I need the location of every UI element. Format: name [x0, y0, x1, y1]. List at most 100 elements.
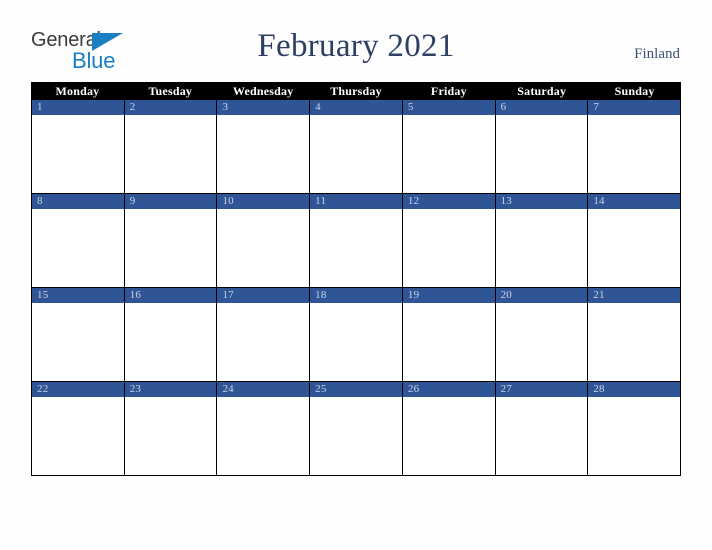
day-event-area[interactable]: [217, 209, 310, 285]
day-number: 18: [310, 288, 402, 303]
day-event-area[interactable]: [495, 397, 588, 473]
calendar-grid: Monday Tuesday Wednesday Thursday Friday…: [31, 82, 682, 476]
calendar-week-row: 1 2 3 4 5 6 7: [31, 100, 682, 194]
day-number: 14: [588, 194, 681, 209]
day-event-area[interactable]: [124, 397, 217, 473]
day-number: 25: [310, 382, 402, 397]
day-event-area[interactable]: [32, 209, 124, 285]
day-event-area[interactable]: [588, 397, 681, 473]
day-event-area[interactable]: [310, 115, 402, 191]
weekday-header-saturday: Saturday: [517, 84, 567, 98]
day-number: 9: [124, 194, 217, 209]
weekday-header-monday: Monday: [55, 84, 100, 98]
day-number: 10: [217, 194, 310, 209]
day-cell[interactable]: 27: [495, 382, 589, 475]
day-number: 15: [32, 288, 124, 303]
day-number: 17: [217, 288, 310, 303]
day-cell[interactable]: 9: [124, 194, 218, 287]
day-event-area[interactable]: [310, 209, 402, 285]
day-number: 23: [124, 382, 217, 397]
day-cell[interactable]: 7: [588, 100, 682, 193]
country-label: Finland: [634, 46, 680, 62]
calendar-week-row: 8 9 10 11 12 13 14: [31, 194, 682, 288]
day-event-area[interactable]: [588, 115, 681, 191]
day-cell[interactable]: 14: [588, 194, 682, 287]
day-event-area[interactable]: [217, 397, 310, 473]
day-number: 27: [495, 382, 588, 397]
day-event-area[interactable]: [495, 303, 588, 379]
day-number: 11: [310, 194, 402, 209]
day-cell[interactable]: 25: [310, 382, 403, 475]
day-event-area[interactable]: [217, 115, 310, 191]
day-number: 8: [32, 194, 124, 209]
day-event-area[interactable]: [495, 209, 588, 285]
day-event-area[interactable]: [402, 115, 495, 191]
day-number: 6: [495, 100, 588, 115]
day-cell[interactable]: 13: [495, 194, 589, 287]
day-cell[interactable]: 28: [588, 382, 682, 475]
day-cell[interactable]: 4: [310, 100, 403, 193]
day-cell[interactable]: 15: [31, 288, 125, 381]
day-number: 26: [402, 382, 495, 397]
calendar-week-row: 15 16 17 18 19 20 21: [31, 288, 682, 382]
weekday-header-sunday: Sunday: [614, 84, 655, 98]
day-event-area[interactable]: [310, 303, 402, 379]
day-cell[interactable]: 8: [31, 194, 125, 287]
day-event-area[interactable]: [32, 115, 124, 191]
day-number: 12: [402, 194, 495, 209]
day-cell[interactable]: 18: [310, 288, 403, 381]
day-event-area[interactable]: [124, 115, 217, 191]
day-event-area[interactable]: [32, 303, 124, 379]
day-cell[interactable]: 1: [31, 100, 125, 193]
day-event-area[interactable]: [124, 303, 217, 379]
day-event-area[interactable]: [217, 303, 310, 379]
day-event-area[interactable]: [495, 115, 588, 191]
day-cell[interactable]: 19: [402, 288, 496, 381]
day-number: 4: [310, 100, 402, 115]
day-cell[interactable]: 22: [31, 382, 125, 475]
day-number: 20: [495, 288, 588, 303]
day-number: 13: [495, 194, 588, 209]
calendar-week-row: 22 23 24 25 26 27 28: [31, 382, 682, 476]
day-cell[interactable]: 6: [495, 100, 589, 193]
day-cell[interactable]: 17: [217, 288, 311, 381]
day-event-area[interactable]: [588, 209, 681, 285]
day-cell[interactable]: 2: [124, 100, 218, 193]
day-cell[interactable]: 3: [217, 100, 311, 193]
day-number: 2: [124, 100, 217, 115]
weekday-header-friday: Friday: [430, 84, 467, 98]
weekday-header-wednesday: Wednesday: [232, 84, 294, 98]
day-cell[interactable]: 23: [124, 382, 218, 475]
day-number: 16: [124, 288, 217, 303]
day-cell[interactable]: 10: [217, 194, 311, 287]
day-event-area[interactable]: [310, 397, 402, 473]
day-cell[interactable]: 12: [402, 194, 496, 287]
day-number: 5: [402, 100, 495, 115]
day-number: 28: [588, 382, 681, 397]
day-event-area[interactable]: [32, 397, 124, 473]
day-number: 21: [588, 288, 681, 303]
day-cell[interactable]: 24: [217, 382, 311, 475]
day-event-area[interactable]: [588, 303, 681, 379]
day-cell[interactable]: 21: [588, 288, 682, 381]
day-cell[interactable]: 20: [495, 288, 589, 381]
weekday-header-tuesday: Tuesday: [148, 84, 193, 98]
day-cell[interactable]: 5: [402, 100, 496, 193]
day-number: 24: [217, 382, 310, 397]
day-number: 7: [588, 100, 681, 115]
day-cell[interactable]: 11: [310, 194, 403, 287]
day-event-area[interactable]: [402, 209, 495, 285]
day-cell[interactable]: 26: [402, 382, 496, 475]
day-number: 22: [32, 382, 124, 397]
page-title: February 2021: [257, 28, 455, 64]
weekday-header-row: Monday Tuesday Wednesday Thursday Friday…: [31, 82, 681, 100]
day-number: 19: [402, 288, 495, 303]
day-event-area[interactable]: [402, 303, 495, 379]
day-cell[interactable]: 16: [124, 288, 218, 381]
day-event-area[interactable]: [402, 397, 495, 473]
page-header: General Blue February 2021 Finland: [0, 0, 712, 80]
day-event-area[interactable]: [124, 209, 217, 285]
day-number: 1: [32, 100, 124, 115]
day-number: 3: [217, 100, 310, 115]
weekday-header-thursday: Thursday: [330, 84, 382, 98]
